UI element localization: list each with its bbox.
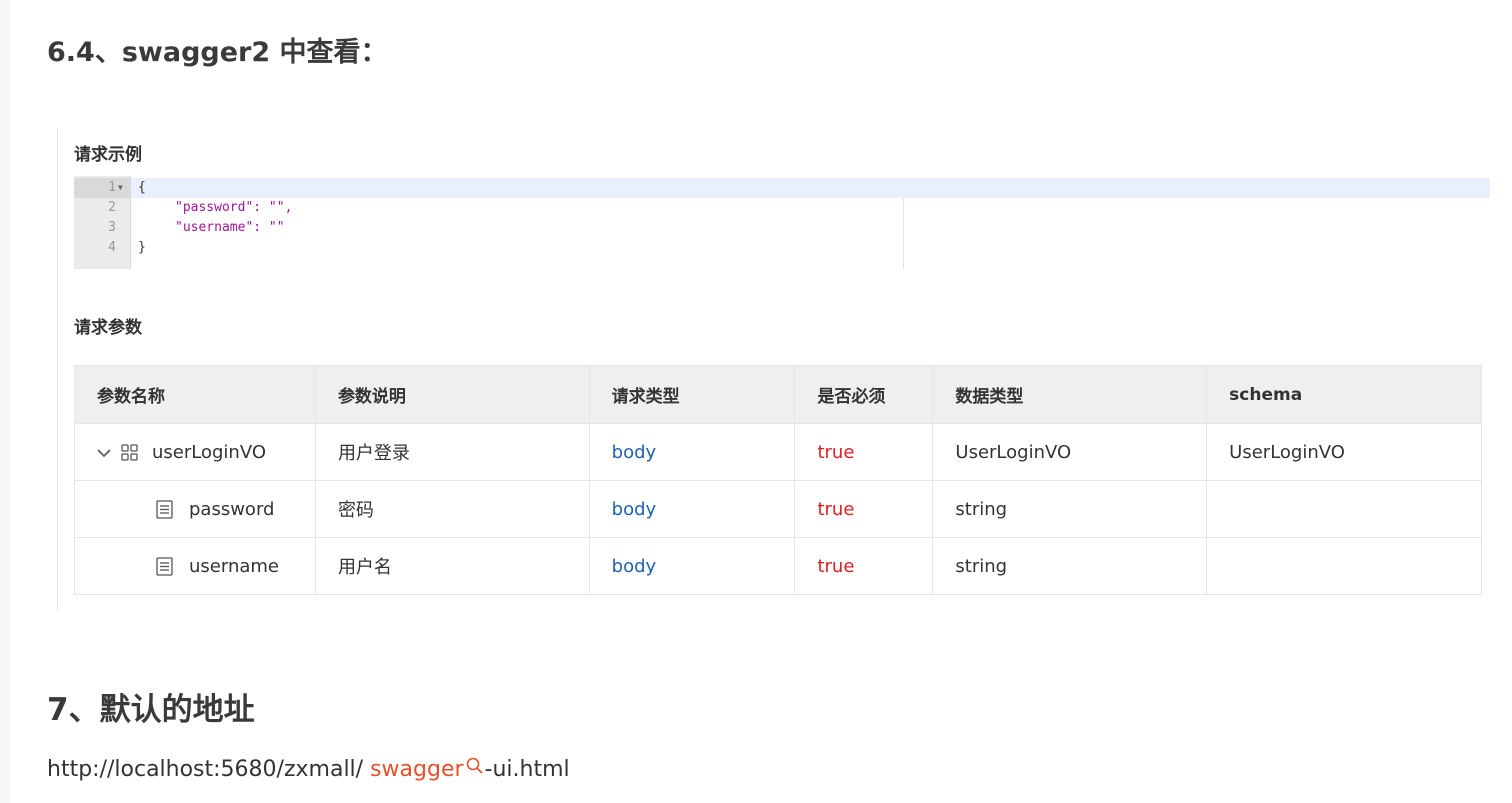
col-header: 参数名称 <box>74 365 316 424</box>
line-number: 1 <box>108 180 116 195</box>
line-number: 3 <box>108 220 116 235</box>
table-row: password 密码 body true string <box>74 480 1482 538</box>
param-type: body <box>588 423 796 481</box>
param-schema <box>1206 537 1482 595</box>
col-header: 是否必须 <box>794 365 934 424</box>
param-name-cell: password <box>74 480 316 538</box>
request-params-label: 请求参数 <box>74 318 142 338</box>
url-suffix: -ui.html <box>484 757 570 782</box>
param-data-type: string <box>932 480 1208 538</box>
param-name: password <box>189 498 275 520</box>
col-header: schema <box>1206 365 1482 424</box>
table-header-row: 参数名称 参数说明 请求类型 是否必须 数据类型 schema <box>74 365 1482 424</box>
line-number: 4 <box>108 240 116 255</box>
param-schema <box>1206 480 1482 538</box>
code-line: } <box>138 240 146 255</box>
param-name: userLoginVO <box>152 441 266 463</box>
code-line: { <box>138 180 146 195</box>
code-line: "password": "", <box>175 200 293 215</box>
object-icon <box>121 444 138 461</box>
param-name-cell: userLoginVO <box>74 423 316 481</box>
param-desc: 用户名 <box>314 537 590 595</box>
param-name: username <box>189 555 279 577</box>
default-url: http://localhost:5680/zxmall/ swagger -ui… <box>47 757 570 782</box>
col-header: 数据类型 <box>932 365 1208 424</box>
param-required: true <box>794 423 934 481</box>
fold-arrow-icon[interactable]: ▼ <box>118 178 123 198</box>
editor-active-line <box>131 178 1490 198</box>
field-icon <box>156 500 173 519</box>
swagger-screenshot: 请求示例 1 2 3 4 ▼ { "password": "", "userna… <box>57 128 1512 610</box>
col-header: 参数说明 <box>314 365 590 424</box>
editor-print-margin <box>903 198 904 269</box>
param-desc: 用户登录 <box>314 423 590 481</box>
section-heading-7: 7、默认的地址 <box>47 692 255 728</box>
param-required: true <box>794 480 934 538</box>
chevron-down-icon[interactable] <box>97 446 111 460</box>
params-table: 参数名称 参数说明 请求类型 是否必须 数据类型 schema userLogi… <box>74 365 1482 595</box>
section-heading-6-4: 6.4、swagger2 中查看： <box>47 37 388 68</box>
field-icon <box>156 557 173 576</box>
table-row: username 用户名 body true string <box>74 537 1482 595</box>
col-header: 请求类型 <box>588 365 796 424</box>
param-data-type: string <box>932 537 1208 595</box>
code-line: "username": "" <box>175 220 285 235</box>
param-required: true <box>794 537 934 595</box>
left-rail <box>0 0 10 803</box>
url-prefix: http://localhost:5680/zxmall/ <box>47 757 371 782</box>
param-type: body <box>588 480 796 538</box>
param-desc: 密码 <box>314 480 590 538</box>
param-name-cell: username <box>74 537 316 595</box>
table-row: userLoginVO 用户登录 body true UserLoginVO U… <box>74 423 1482 481</box>
param-data-type: UserLoginVO <box>932 423 1208 481</box>
search-icon[interactable] <box>465 756 485 776</box>
param-type: body <box>588 537 796 595</box>
param-schema: UserLoginVO <box>1206 423 1482 481</box>
code-editor[interactable]: 1 2 3 4 ▼ { "password": "", "username": … <box>74 176 1490 269</box>
swagger-search-link[interactable]: swagger <box>370 757 463 782</box>
line-number: 2 <box>108 200 116 215</box>
request-example-label: 请求示例 <box>74 145 142 165</box>
